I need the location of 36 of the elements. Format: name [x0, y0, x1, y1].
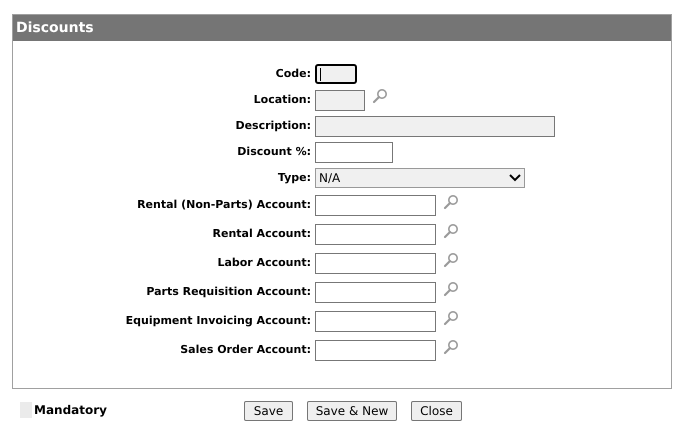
search-icon[interactable] [443, 252, 459, 268]
input-field[interactable] [315, 64, 357, 84]
input-field[interactable] [315, 253, 436, 274]
field-label: Description: [234, 118, 312, 134]
field-label: Equipment Invoicing Account: [124, 313, 312, 330]
field-label: Sales Order Account: [179, 342, 312, 358]
action-button[interactable]: Save & New [307, 401, 397, 421]
field-label: Rental (Non-Parts) Account: [136, 197, 312, 214]
action-button[interactable]: Save [244, 401, 293, 421]
search-icon[interactable] [443, 310, 459, 326]
input-field[interactable] [315, 282, 436, 303]
search-icon[interactable] [443, 280, 459, 296]
input-field[interactable] [315, 90, 365, 110]
input-field[interactable] [315, 311, 436, 332]
input-field[interactable] [315, 340, 436, 361]
input-field[interactable] [315, 195, 436, 216]
search-icon[interactable] [443, 194, 459, 210]
field-label: Code: [274, 66, 312, 82]
text-cursor [320, 68, 321, 80]
search-icon[interactable] [443, 222, 459, 238]
input-field[interactable] [315, 224, 436, 245]
field-label: Rental Account: [212, 226, 312, 242]
mandatory-legend: Mandatory [34, 401, 244, 419]
field-label: Labor Account: [216, 255, 312, 272]
input-field[interactable] [315, 116, 555, 136]
field-label: Parts Requisition Account: [145, 284, 312, 300]
panel-title: Discounts [16, 18, 94, 38]
search-icon[interactable] [372, 88, 388, 104]
input-field[interactable] [315, 142, 393, 162]
field-label: Location: [252, 92, 312, 108]
chevron-icon [509, 174, 521, 182]
field-label: Discount %: [236, 144, 312, 160]
action-button[interactable]: Close [411, 401, 462, 421]
field-label: Type: [276, 170, 312, 186]
type-dropdown[interactable]: N/A [315, 168, 525, 188]
search-icon[interactable] [443, 338, 459, 354]
